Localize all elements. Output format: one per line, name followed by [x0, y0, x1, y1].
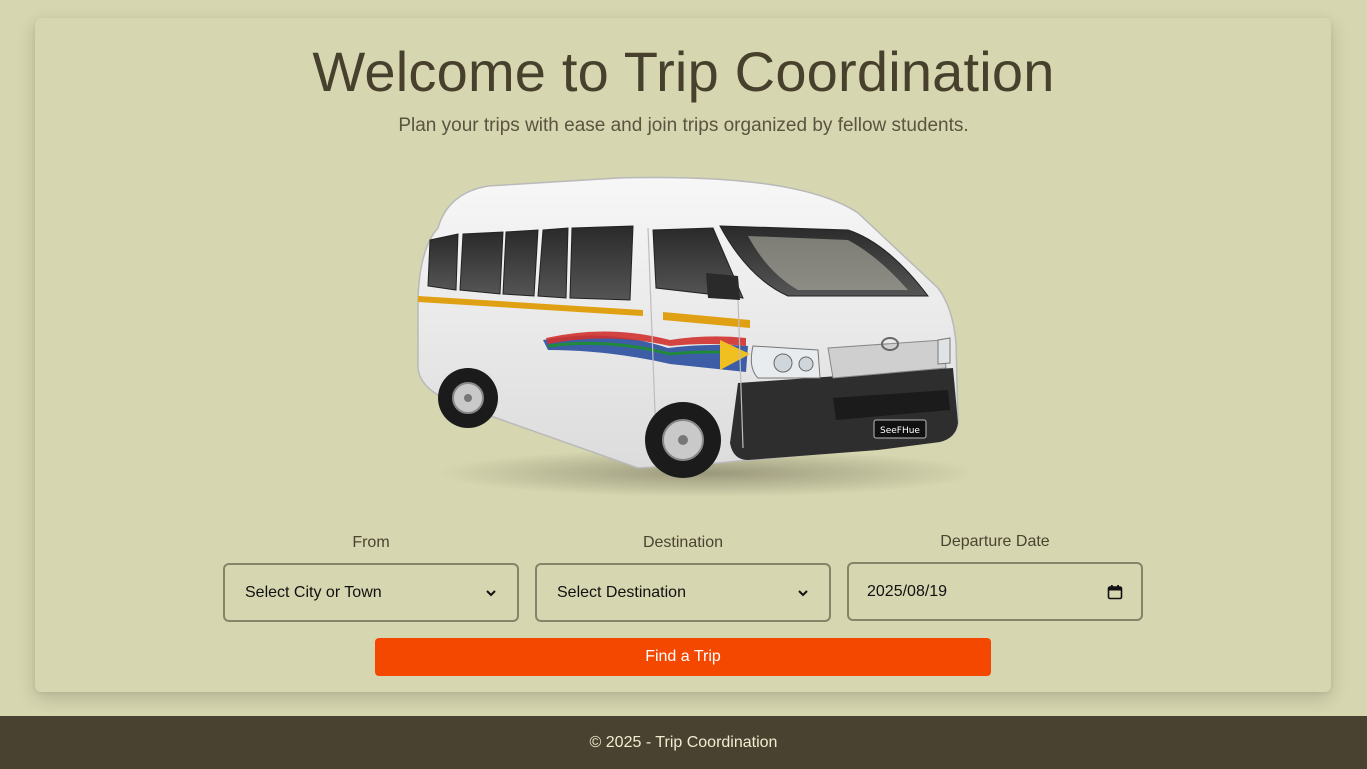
page-title: Welcome to Trip Coordination	[312, 40, 1055, 103]
destination-field: Destination Select Destination	[535, 533, 831, 622]
departure-date-label: Departure Date	[940, 533, 1050, 550]
plate-text: SeeFHue	[880, 426, 920, 436]
departure-date-value: 2025/08/19	[867, 582, 948, 600]
page-subtitle: Plan your trips with ease and join trips…	[398, 115, 969, 136]
departure-date-field: Departure Date 2025/08/19	[847, 532, 1143, 621]
from-select[interactable]: Select City or Town	[223, 563, 519, 622]
departure-date-input[interactable]: 2025/08/19	[847, 562, 1143, 621]
destination-select[interactable]: Select Destination	[535, 563, 831, 622]
from-select-value: Select City or Town	[245, 583, 382, 601]
destination-label: Destination	[642, 534, 724, 551]
calendar-icon[interactable]	[1107, 584, 1123, 600]
minibus-taxi-image: SeeFHue	[417, 176, 968, 497]
from-field: From Select City or Town	[223, 533, 519, 622]
footer: © 2025 - Trip Coordination	[0, 716, 1367, 769]
footer-copyright: © 2025 - Trip Coordination	[589, 733, 778, 751]
chevron-down-icon	[798, 589, 808, 596]
destination-select-value: Select Destination	[557, 583, 686, 601]
from-label: From	[352, 534, 390, 551]
find-trip-button[interactable]: Find a Trip	[375, 638, 991, 676]
chevron-down-icon	[486, 589, 496, 596]
